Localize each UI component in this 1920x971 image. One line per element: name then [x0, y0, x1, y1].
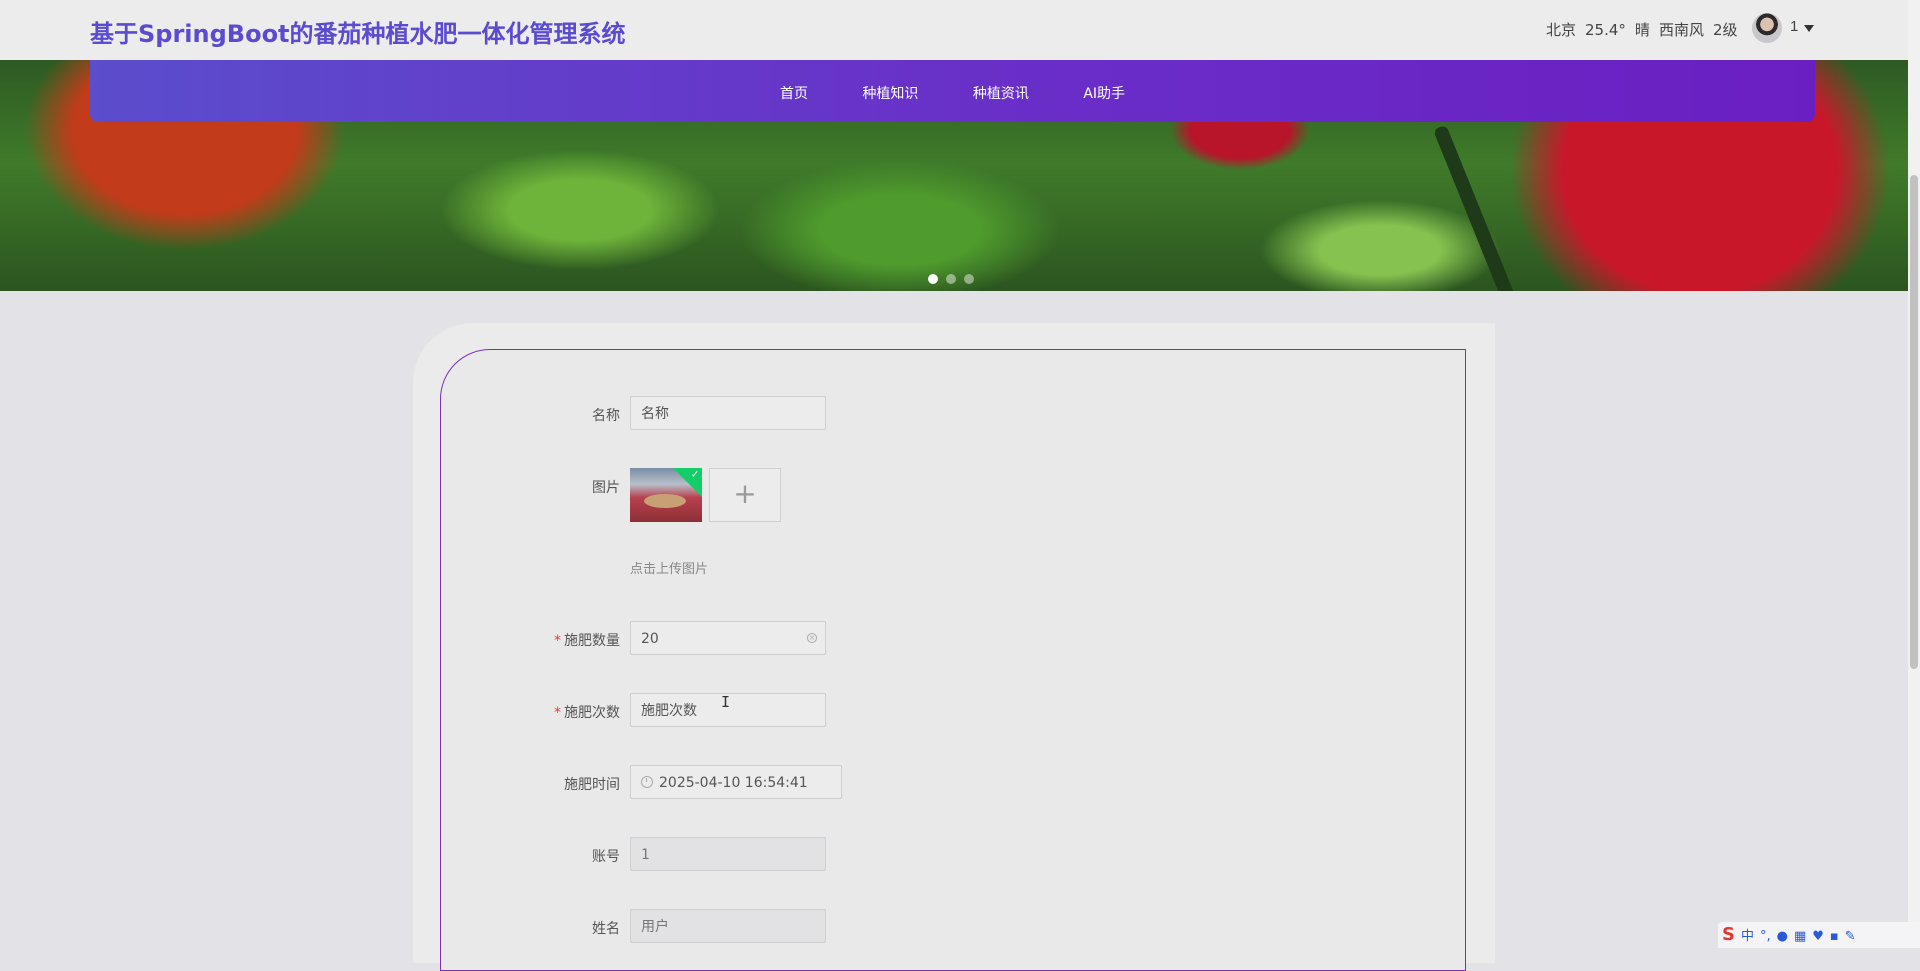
required-mark: * [554, 633, 561, 649]
fertilize-amount-input[interactable]: 20 × [630, 621, 826, 655]
ime-logo-icon[interactable]: S [1722, 922, 1735, 948]
main-nav: 首页 种植知识 种植资讯 AI助手 [90, 60, 1815, 122]
fertilize-time-label: 施肥时间 [564, 777, 620, 793]
skin-icon[interactable]: ♥ [1812, 924, 1824, 950]
nav-item-ai-assistant[interactable]: AI助手 [1083, 83, 1125, 103]
fertilize-time-picker[interactable]: 2025-04-10 16:54:41 [630, 765, 842, 799]
nav-item-news[interactable]: 种植资讯 [973, 83, 1029, 103]
weather-widget: 北京 25.4° 晴西南风 2级 [1546, 19, 1747, 40]
carousel-dot-1[interactable] [928, 274, 938, 284]
page-scrollbar[interactable] [1908, 0, 1920, 948]
fertilize-count-label: * 施肥次数 [554, 705, 620, 721]
weather-condition: 晴 [1634, 21, 1650, 39]
weather-temperature: 25.4° [1585, 21, 1626, 39]
required-mark: * [554, 705, 561, 721]
name-label: 名称 [592, 408, 620, 424]
image-upload-button[interactable]: + [709, 468, 781, 522]
keyboard-icon[interactable]: ▦ [1794, 924, 1806, 950]
carousel-dot-3[interactable] [964, 274, 974, 284]
account-label: 账号 [592, 849, 620, 865]
site-title[interactable]: 基于SpringBoot的番茄种植水肥一体化管理系统 [90, 14, 626, 49]
real-name-label: 姓名 [592, 921, 620, 937]
carousel-dot-2[interactable] [946, 274, 956, 284]
account-input: 1 [630, 837, 826, 871]
mic-icon[interactable]: ● [1777, 924, 1788, 950]
upload-tip: 点击上传图片 [630, 562, 709, 577]
clear-icon[interactable]: × [807, 633, 817, 643]
text-cursor-icon: I [721, 693, 731, 711]
nav-item-home[interactable]: 首页 [780, 83, 808, 103]
real-name-input: 用户 [630, 909, 826, 943]
grid-icon[interactable]: ▪ [1830, 924, 1839, 950]
weather-wind-level: 2级 [1712, 21, 1738, 39]
user-avatar[interactable] [1752, 13, 1782, 43]
uploaded-image-thumbnail[interactable] [630, 468, 702, 522]
ime-mode[interactable]: 中 [1741, 924, 1754, 950]
top-header: 基于SpringBoot的番茄种植水肥一体化管理系统 北京 25.4° 晴西南风 2级… [0, 0, 1908, 60]
scrollbar-thumb[interactable] [1910, 175, 1918, 669]
plus-icon: + [733, 477, 757, 510]
fertilize-amount-label: * 施肥数量 [554, 633, 620, 649]
form-card [440, 349, 1466, 971]
user-name[interactable]: 1 [1790, 18, 1798, 35]
banner-stem-decoration [1433, 124, 1521, 291]
fertilize-amount-value: 20 [641, 631, 659, 647]
clock-icon [641, 776, 653, 788]
weather-city: 北京 [1546, 21, 1577, 39]
weather-wind-direction: 西南风 [1658, 21, 1704, 39]
carousel-indicators [928, 271, 982, 289]
user-dropdown-caret-icon[interactable] [1804, 25, 1814, 32]
name-input[interactable]: 名称 [630, 396, 826, 430]
fertilize-time-value: 2025-04-10 16:54:41 [659, 775, 808, 791]
tools-icon[interactable]: ✎ [1845, 924, 1856, 950]
ime-punctuation[interactable]: °, [1760, 924, 1771, 950]
image-label: 图片 [592, 480, 620, 496]
upload-success-check-icon [673, 468, 702, 497]
nav-item-knowledge[interactable]: 种植知识 [862, 83, 918, 103]
ime-toolbar: S 中 °, ● ▦ ♥ ▪ ✎ [1718, 922, 1920, 948]
